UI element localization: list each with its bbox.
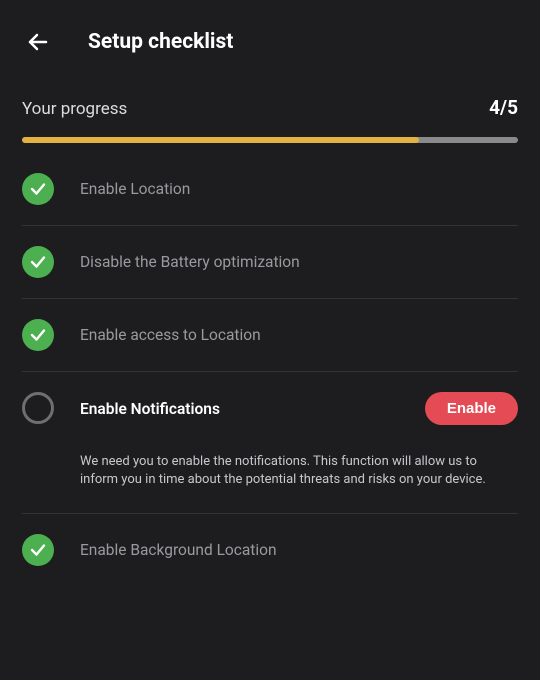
item-label: Enable access to Location bbox=[80, 326, 261, 344]
checklist-item-battery-opt[interactable]: Disable the Battery optimization bbox=[22, 226, 518, 299]
check-icon bbox=[22, 246, 54, 278]
check-icon bbox=[22, 173, 54, 205]
item-label: Enable Notifications bbox=[80, 400, 220, 418]
checklist-item-notifications: Enable Notifications Enable We need you … bbox=[22, 372, 518, 514]
checklist-item-location[interactable]: Enable Location bbox=[22, 153, 518, 226]
circle-icon bbox=[22, 392, 54, 424]
progress-count: 4/5 bbox=[489, 96, 518, 119]
check-icon bbox=[22, 534, 54, 566]
checklist: Enable Location Disable the Battery opti… bbox=[0, 143, 540, 586]
item-description: We need you to enable the notifications.… bbox=[80, 453, 518, 493]
item-label: Enable Location bbox=[80, 180, 190, 198]
back-arrow-icon bbox=[26, 30, 50, 54]
progress-bar bbox=[22, 137, 518, 143]
back-button[interactable] bbox=[24, 28, 52, 56]
checklist-item-location-access[interactable]: Enable access to Location bbox=[22, 299, 518, 372]
progress-section: Your progress 4/5 bbox=[0, 76, 540, 143]
page-title: Setup checklist bbox=[88, 30, 233, 54]
progress-fill bbox=[22, 137, 419, 143]
enable-button[interactable]: Enable bbox=[425, 392, 518, 425]
header: Setup checklist bbox=[0, 0, 540, 76]
checklist-item-bg-location[interactable]: Enable Background Location bbox=[22, 514, 518, 586]
item-label: Disable the Battery optimization bbox=[80, 253, 300, 271]
check-icon bbox=[22, 319, 54, 351]
item-label: Enable Background Location bbox=[80, 541, 277, 559]
progress-label: Your progress bbox=[22, 99, 127, 119]
